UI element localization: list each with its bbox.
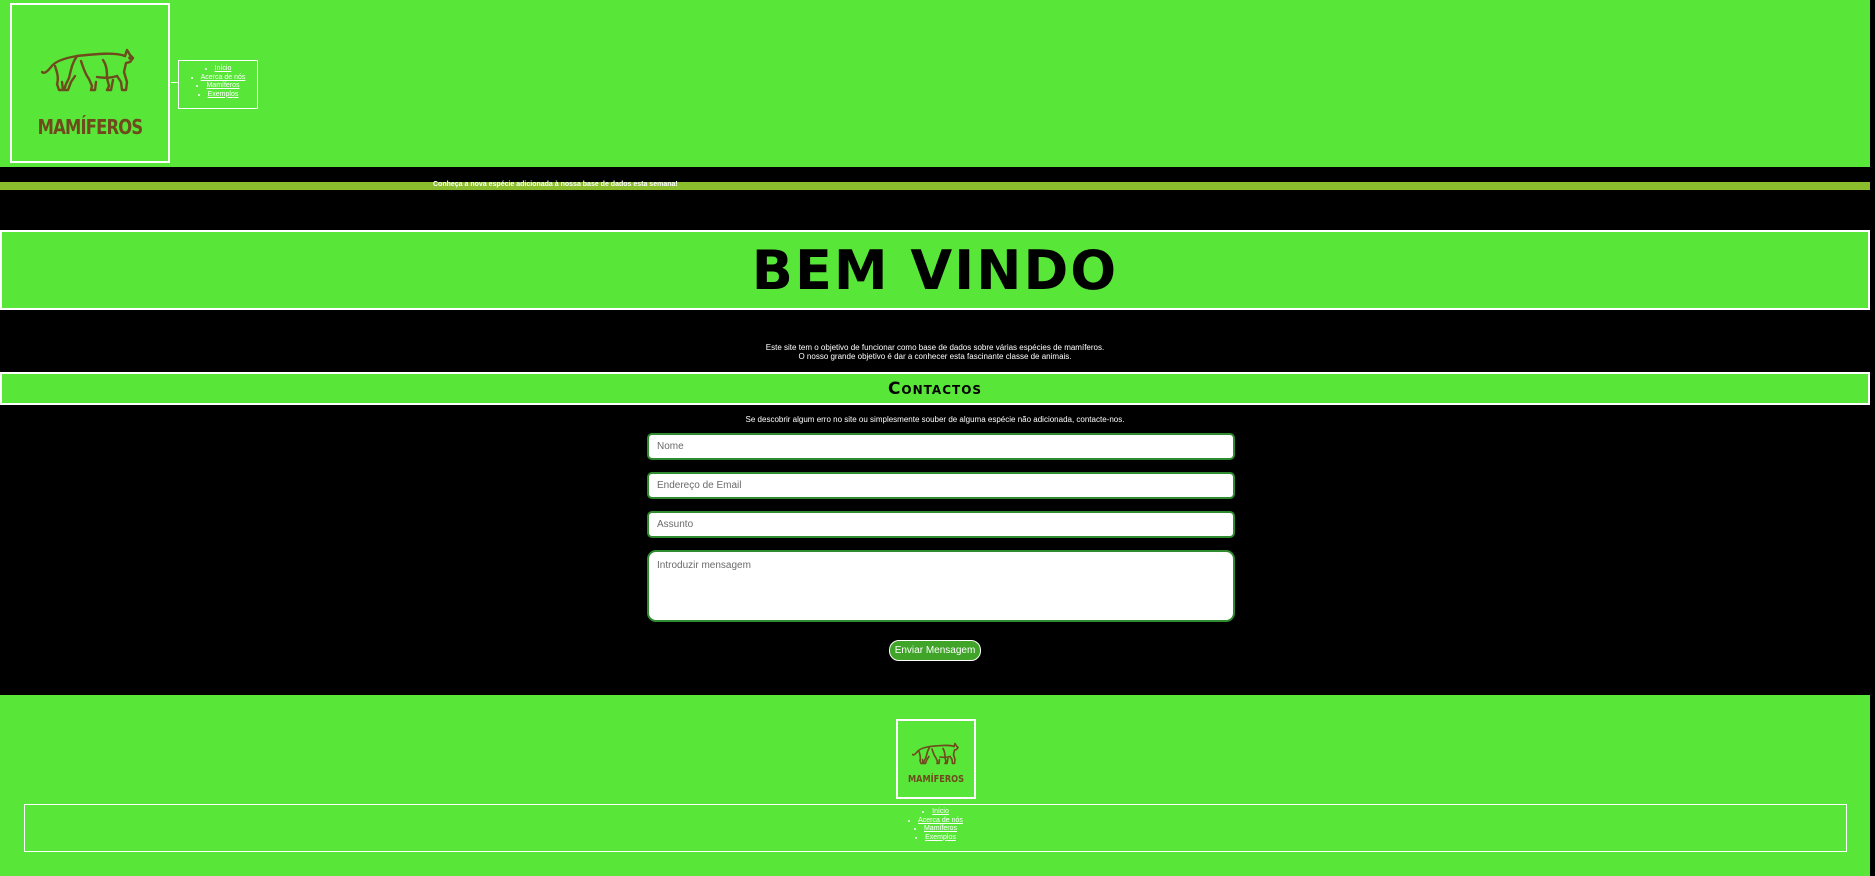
email-input[interactable] (647, 472, 1235, 499)
footer-nav-link-exemplos[interactable]: Exemplos (925, 834, 956, 841)
welcome-banner: BEM VINDO (0, 230, 1870, 310)
footer-nav-link-acerca[interactable]: Acerca de nós (918, 817, 963, 824)
footer-nav-item-exemplos: Exemplos (25, 834, 1846, 843)
ticker-text: Conheça a nova espécie adicionada à noss… (433, 181, 678, 188)
footer-logo[interactable]: MAMÍFEROS (896, 719, 976, 799)
cat-logo-icon (912, 742, 959, 765)
nav-item-mamiferos: Mamíferos (179, 82, 257, 91)
nav-item-exemplos: Exemplos (179, 91, 257, 100)
cat-logo-icon (41, 48, 135, 92)
footer-nav-item-inicio: Início (25, 808, 1846, 817)
site-header: MAMÍFEROS Início Acerca de nós Mamíferos… (0, 0, 1870, 167)
header-logo[interactable]: MAMÍFEROS (10, 3, 170, 163)
nav-link-exemplos[interactable]: Exemplos (208, 91, 239, 98)
welcome-title: BEM VINDO (751, 238, 1119, 302)
footer-nav-link-mamiferos[interactable]: Mamíferos (924, 825, 957, 832)
intro-line-1: Este site tem o objetivo de funcionar co… (765, 343, 1105, 352)
footer-nav-item-mamiferos: Mamíferos (25, 825, 1846, 834)
intro-line-2: O nosso grande objetivo é dar a conhecer… (798, 352, 1072, 361)
message-textarea[interactable] (647, 550, 1235, 622)
news-ticker: Conheça a nova espécie adicionada à noss… (0, 181, 1870, 190)
footer-nav-list: Início Acerca de nós Mamíferos Exemplos (25, 805, 1846, 842)
name-input[interactable] (647, 433, 1235, 460)
footer-nav: Início Acerca de nós Mamíferos Exemplos (24, 804, 1847, 852)
nav-link-inicio[interactable]: Início (215, 65, 232, 72)
contact-note: Se descobrir algum erro no site ou simpl… (745, 415, 1125, 424)
contact-title: Contactos (887, 378, 983, 399)
nav-item-inicio: Início (179, 65, 257, 74)
site-footer: MAMÍFEROS Início Acerca de nós Mamíferos… (0, 695, 1870, 876)
footer-logo-text: MAMÍFEROS (907, 774, 965, 785)
logo-text: MAMÍFEROS (37, 115, 144, 139)
send-message-button[interactable]: Enviar Mensagem (889, 640, 981, 661)
subject-input[interactable] (647, 511, 1235, 538)
nav-list: Início Acerca de nós Mamíferos Exemplos (179, 61, 257, 99)
footer-nav-link-inicio[interactable]: Início (932, 808, 949, 815)
nav-item-acerca: Acerca de nós (179, 74, 257, 83)
footer-nav-item-acerca: Acerca de nós (25, 817, 1846, 826)
intro-text: Este site tem o objetivo de funcionar co… (0, 343, 1870, 361)
nav-link-acerca[interactable]: Acerca de nós (201, 74, 246, 81)
contact-banner: Contactos (0, 372, 1870, 405)
nav-link-mamiferos[interactable]: Mamíferos (206, 82, 239, 89)
header-nav: Início Acerca de nós Mamíferos Exemplos (178, 60, 258, 109)
